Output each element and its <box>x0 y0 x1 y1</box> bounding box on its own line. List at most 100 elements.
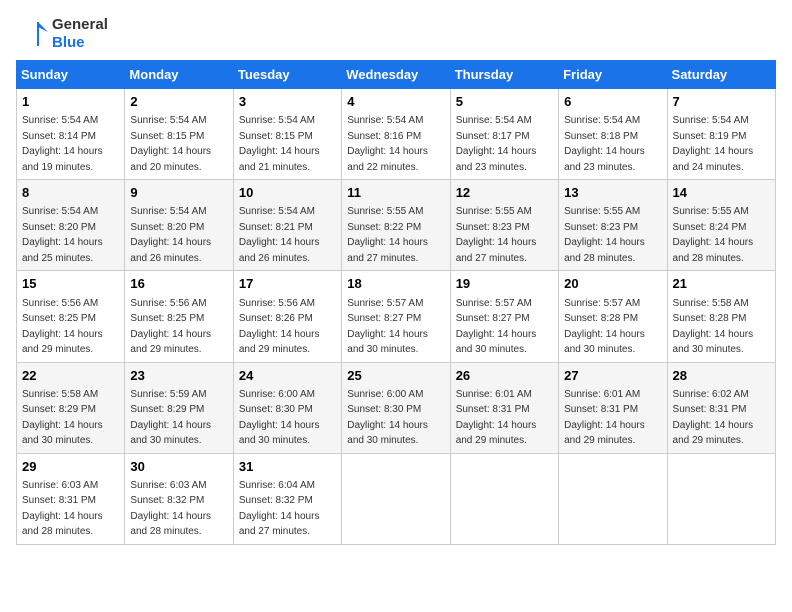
day-info: Sunrise: 6:01 AMSunset: 8:31 PMDaylight:… <box>564 389 645 447</box>
day-cell: 15 Sunrise: 5:56 AMSunset: 8:25 PMDaylig… <box>17 271 125 362</box>
day-info: Sunrise: 5:55 AMSunset: 8:24 PMDaylight:… <box>673 206 754 264</box>
day-number: 30 <box>130 458 227 476</box>
day-info: Sunrise: 5:54 AMSunset: 8:15 PMDaylight:… <box>130 115 211 173</box>
header-friday: Friday <box>559 61 667 89</box>
day-info: Sunrise: 5:55 AMSunset: 8:23 PMDaylight:… <box>456 206 537 264</box>
day-number: 13 <box>564 184 661 202</box>
header-monday: Monday <box>125 61 233 89</box>
day-cell: 6 Sunrise: 5:54 AMSunset: 8:18 PMDayligh… <box>559 89 667 180</box>
day-info: Sunrise: 5:54 AMSunset: 8:20 PMDaylight:… <box>22 206 103 264</box>
day-number: 28 <box>673 367 770 385</box>
day-info: Sunrise: 5:56 AMSunset: 8:26 PMDaylight:… <box>239 298 320 356</box>
day-info: Sunrise: 5:57 AMSunset: 8:28 PMDaylight:… <box>564 298 645 356</box>
day-cell: 18 Sunrise: 5:57 AMSunset: 8:27 PMDaylig… <box>342 271 450 362</box>
day-number: 10 <box>239 184 336 202</box>
day-info: Sunrise: 6:03 AMSunset: 8:31 PMDaylight:… <box>22 480 103 538</box>
day-number: 4 <box>347 93 444 111</box>
day-number: 24 <box>239 367 336 385</box>
calendar-table: SundayMondayTuesdayWednesdayThursdayFrid… <box>16 60 776 545</box>
day-cell <box>450 453 558 544</box>
day-info: Sunrise: 5:54 AMSunset: 8:19 PMDaylight:… <box>673 115 754 173</box>
day-number: 23 <box>130 367 227 385</box>
day-info: Sunrise: 6:04 AMSunset: 8:32 PMDaylight:… <box>239 480 320 538</box>
logo-general: General <box>52 16 108 34</box>
day-cell: 16 Sunrise: 5:56 AMSunset: 8:25 PMDaylig… <box>125 271 233 362</box>
day-info: Sunrise: 5:56 AMSunset: 8:25 PMDaylight:… <box>130 298 211 356</box>
day-cell: 31 Sunrise: 6:04 AMSunset: 8:32 PMDaylig… <box>233 453 341 544</box>
day-number: 9 <box>130 184 227 202</box>
header-wednesday: Wednesday <box>342 61 450 89</box>
calendar-header-row: SundayMondayTuesdayWednesdayThursdayFrid… <box>17 61 776 89</box>
day-number: 29 <box>22 458 119 476</box>
day-cell: 26 Sunrise: 6:01 AMSunset: 8:31 PMDaylig… <box>450 362 558 453</box>
day-number: 17 <box>239 275 336 293</box>
day-cell: 14 Sunrise: 5:55 AMSunset: 8:24 PMDaylig… <box>667 180 775 271</box>
day-info: Sunrise: 5:55 AMSunset: 8:22 PMDaylight:… <box>347 206 428 264</box>
day-cell: 1 Sunrise: 5:54 AMSunset: 8:14 PMDayligh… <box>17 89 125 180</box>
day-number: 15 <box>22 275 119 293</box>
header-tuesday: Tuesday <box>233 61 341 89</box>
day-cell: 28 Sunrise: 6:02 AMSunset: 8:31 PMDaylig… <box>667 362 775 453</box>
day-number: 21 <box>673 275 770 293</box>
day-number: 25 <box>347 367 444 385</box>
day-cell: 27 Sunrise: 6:01 AMSunset: 8:31 PMDaylig… <box>559 362 667 453</box>
day-cell: 25 Sunrise: 6:00 AMSunset: 8:30 PMDaylig… <box>342 362 450 453</box>
day-cell: 30 Sunrise: 6:03 AMSunset: 8:32 PMDaylig… <box>125 453 233 544</box>
day-cell: 13 Sunrise: 5:55 AMSunset: 8:23 PMDaylig… <box>559 180 667 271</box>
day-info: Sunrise: 5:54 AMSunset: 8:21 PMDaylight:… <box>239 206 320 264</box>
day-cell: 8 Sunrise: 5:54 AMSunset: 8:20 PMDayligh… <box>17 180 125 271</box>
logo-blue: Blue <box>52 34 108 52</box>
day-info: Sunrise: 5:54 AMSunset: 8:16 PMDaylight:… <box>347 115 428 173</box>
day-cell: 3 Sunrise: 5:54 AMSunset: 8:15 PMDayligh… <box>233 89 341 180</box>
header-sunday: Sunday <box>17 61 125 89</box>
day-number: 14 <box>673 184 770 202</box>
day-cell: 17 Sunrise: 5:56 AMSunset: 8:26 PMDaylig… <box>233 271 341 362</box>
day-cell: 5 Sunrise: 5:54 AMSunset: 8:17 PMDayligh… <box>450 89 558 180</box>
day-cell: 29 Sunrise: 6:03 AMSunset: 8:31 PMDaylig… <box>17 453 125 544</box>
day-number: 22 <box>22 367 119 385</box>
day-cell: 19 Sunrise: 5:57 AMSunset: 8:27 PMDaylig… <box>450 271 558 362</box>
logo: General Blue <box>16 16 108 52</box>
day-number: 5 <box>456 93 553 111</box>
day-cell: 11 Sunrise: 5:55 AMSunset: 8:22 PMDaylig… <box>342 180 450 271</box>
week-row-2: 8 Sunrise: 5:54 AMSunset: 8:20 PMDayligh… <box>17 180 776 271</box>
day-cell: 9 Sunrise: 5:54 AMSunset: 8:20 PMDayligh… <box>125 180 233 271</box>
day-number: 7 <box>673 93 770 111</box>
day-cell: 4 Sunrise: 5:54 AMSunset: 8:16 PMDayligh… <box>342 89 450 180</box>
day-info: Sunrise: 5:57 AMSunset: 8:27 PMDaylight:… <box>456 298 537 356</box>
day-cell: 22 Sunrise: 5:58 AMSunset: 8:29 PMDaylig… <box>17 362 125 453</box>
day-number: 18 <box>347 275 444 293</box>
day-info: Sunrise: 5:56 AMSunset: 8:25 PMDaylight:… <box>22 298 103 356</box>
day-number: 20 <box>564 275 661 293</box>
day-number: 3 <box>239 93 336 111</box>
day-number: 12 <box>456 184 553 202</box>
day-info: Sunrise: 5:57 AMSunset: 8:27 PMDaylight:… <box>347 298 428 356</box>
page-header: General Blue <box>16 16 776 52</box>
day-info: Sunrise: 6:03 AMSunset: 8:32 PMDaylight:… <box>130 480 211 538</box>
day-info: Sunrise: 5:54 AMSunset: 8:14 PMDaylight:… <box>22 115 103 173</box>
day-cell: 21 Sunrise: 5:58 AMSunset: 8:28 PMDaylig… <box>667 271 775 362</box>
day-info: Sunrise: 6:00 AMSunset: 8:30 PMDaylight:… <box>239 389 320 447</box>
day-info: Sunrise: 5:54 AMSunset: 8:15 PMDaylight:… <box>239 115 320 173</box>
day-number: 31 <box>239 458 336 476</box>
day-number: 16 <box>130 275 227 293</box>
day-number: 27 <box>564 367 661 385</box>
day-info: Sunrise: 5:55 AMSunset: 8:23 PMDaylight:… <box>564 206 645 264</box>
day-number: 2 <box>130 93 227 111</box>
day-info: Sunrise: 5:59 AMSunset: 8:29 PMDaylight:… <box>130 389 211 447</box>
day-cell: 24 Sunrise: 6:00 AMSunset: 8:30 PMDaylig… <box>233 362 341 453</box>
day-cell: 2 Sunrise: 5:54 AMSunset: 8:15 PMDayligh… <box>125 89 233 180</box>
week-row-3: 15 Sunrise: 5:56 AMSunset: 8:25 PMDaylig… <box>17 271 776 362</box>
day-info: Sunrise: 5:54 AMSunset: 8:20 PMDaylight:… <box>130 206 211 264</box>
day-cell <box>559 453 667 544</box>
day-cell <box>667 453 775 544</box>
day-number: 19 <box>456 275 553 293</box>
day-cell: 20 Sunrise: 5:57 AMSunset: 8:28 PMDaylig… <box>559 271 667 362</box>
day-number: 8 <box>22 184 119 202</box>
day-cell <box>342 453 450 544</box>
week-row-5: 29 Sunrise: 6:03 AMSunset: 8:31 PMDaylig… <box>17 453 776 544</box>
day-cell: 23 Sunrise: 5:59 AMSunset: 8:29 PMDaylig… <box>125 362 233 453</box>
day-number: 11 <box>347 184 444 202</box>
day-info: Sunrise: 6:02 AMSunset: 8:31 PMDaylight:… <box>673 389 754 447</box>
day-info: Sunrise: 5:58 AMSunset: 8:29 PMDaylight:… <box>22 389 103 447</box>
